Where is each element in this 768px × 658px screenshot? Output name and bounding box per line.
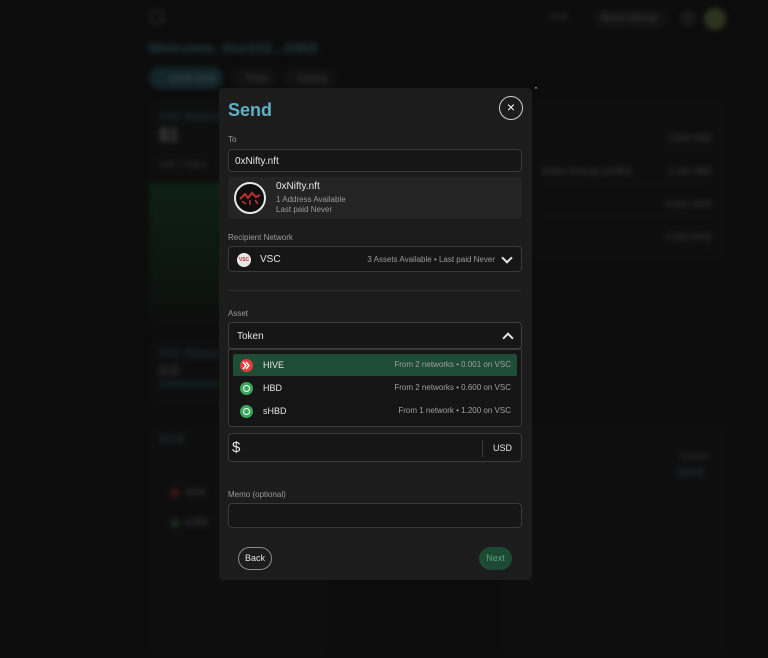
recipient-last-paid: Last paid Never [276,205,333,214]
asset-dropdown: HIVE From 2 networks • 0.001 on VSC HBD … [228,349,522,427]
recipient-avatar [234,182,266,214]
asset-label: Asset [228,309,249,318]
option-meta: From 2 networks • 0.001 on VSC [394,360,511,369]
network-select[interactable]: VSC VSC 3 Assets Available • Last paid N… [228,246,522,272]
amount-divider [482,440,483,457]
option-name: HBD [263,383,283,393]
recipient-avatar-image [239,191,261,205]
shbd-icon [240,405,253,418]
option-name: HIVE [263,360,285,370]
close-icon: × [506,99,516,115]
recipient-card[interactable]: 0xNifty.nft 1 Address Available Last pai… [228,177,522,219]
vsc-logo-icon: VSC [237,253,251,267]
to-label: To [228,135,237,144]
send-modal: Send × To 0xNifty.nft 0xNifty.nft 1 Addr… [219,88,532,580]
next-button[interactable]: Next [479,547,512,570]
asset-option-hive[interactable]: HIVE From 2 networks • 0.001 on VSC [233,354,517,376]
recipient-addresses: 1 Address Available [276,195,346,204]
asset-option-hbd[interactable]: HBD From 2 networks • 0.600 on VSC [233,377,517,399]
option-meta: From 2 networks • 0.600 on VSC [394,383,511,392]
dollar-icon: $ [232,439,241,456]
memo-input[interactable] [228,503,522,528]
to-input[interactable]: 0xNifty.nft [228,149,522,172]
modal-title: Send [228,100,273,120]
amount-input[interactable]: $ USD [228,433,522,462]
chevron-down-icon [501,252,513,264]
option-name: sHBD [263,406,287,416]
hbd-icon [240,382,253,395]
chevron-up-icon [502,332,514,344]
asset-option-shbd[interactable]: sHBD From 1 network • 1.200 on VSC [233,400,517,422]
amount-unit[interactable]: USD [493,443,512,453]
network-meta: 3 Assets Available • Last paid Never [367,255,495,264]
hive-icon [240,359,253,372]
asset-select-value: Token [237,331,264,342]
asset-select[interactable]: Token [228,322,522,349]
scroll-up-icon: ⌃ [533,87,539,94]
close-button[interactable]: × [499,96,523,120]
network-name: VSC [260,254,281,265]
divider [228,290,522,291]
memo-label: Memo (optional) [228,490,286,499]
recipient-name: 0xNifty.nft [276,181,320,192]
option-meta: From 1 network • 1.200 on VSC [398,406,511,415]
back-button[interactable]: Back [238,547,272,570]
network-label: Recipient Network [228,233,293,242]
